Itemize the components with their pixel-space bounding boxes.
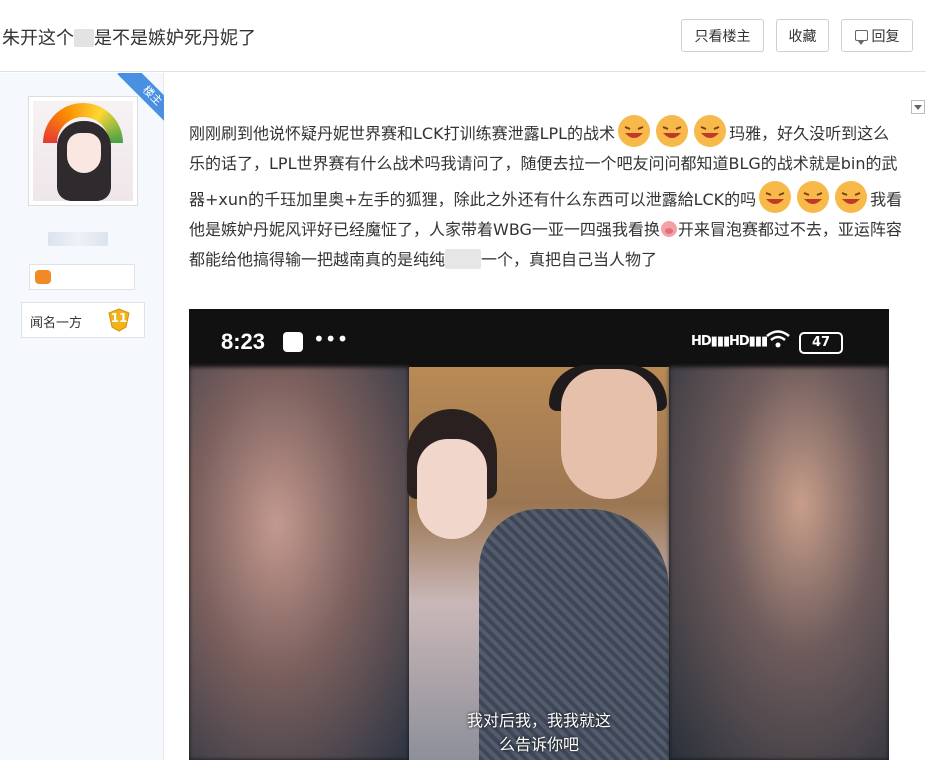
battery-icon: 47 [799,332,843,354]
subtitle-line-2: 么告诉你吧 [498,735,579,754]
reply-label: 回复 [871,28,900,45]
grinning-face-emoji-icon [618,115,651,147]
woman-face [417,439,487,539]
thread-title: 朱开这个 是不是嫉妒死丹妮了 [2,24,256,50]
title-suffix: 是不是嫉妒死丹妮了 [94,28,256,49]
level-badge-icon: 11 [106,307,132,333]
avatar-face [67,133,101,173]
post-content: 刚刚刷到他说怀疑丹妮世界赛和LCK打训练赛泄露LPL的战术 玛雅，好久没听到这么乐… [189,113,904,275]
signal-label-2: HD [729,334,750,349]
reply-button[interactable]: 回复 [841,19,913,52]
status-time: 8:23 [221,329,266,354]
favorite-button[interactable]: 收藏 [776,19,829,52]
post-menu-toggle[interactable] [911,100,925,114]
username-blurred[interactable] [48,232,108,246]
signal-icon: HD▮▮▮ [691,334,730,349]
grinning-face-emoji-icon [835,181,868,213]
only-op-label: 只看楼主 [694,28,751,45]
blurred-right-panel [669,367,889,760]
post-image[interactable]: 8:23 ••• HD▮▮▮ HD▮▮▮ 47 我对后我，我我就这 么告诉你吧 [189,309,889,760]
phone-status-bar: 8:23 ••• HD▮▮▮ HD▮▮▮ 47 [189,309,889,367]
censored-mask [445,249,482,269]
censored-mask [74,29,94,47]
grinning-face-emoji-icon [759,181,792,213]
wifi-icon [766,330,790,348]
only-op-button[interactable]: 只看楼主 [681,19,764,52]
grinning-face-emoji-icon [694,115,727,147]
man-face [561,369,657,499]
signal-label-1: HD [691,334,712,349]
grinning-face-emoji-icon [656,115,689,147]
blurred-left-panel [189,367,409,760]
video-subtitle: 我对后我，我我就这 么告诉你吧 [439,709,639,757]
signal-icon: HD▮▮▮ [729,334,768,349]
avatar-image [33,101,133,201]
grinning-face-emoji-icon [797,181,830,213]
comment-icon [854,30,868,45]
fire-badge-icon [35,270,51,284]
pig-emoji-icon [660,221,677,237]
more-dots-icon: ••• [313,327,349,351]
favorite-label: 收藏 [788,28,817,45]
app-notification-icon [283,332,303,352]
user-badge-row [29,264,135,290]
member-level[interactable]: 闻名一方 11 [21,302,145,338]
title-prefix: 朱开这个 [2,28,74,49]
level-title: 闻名一方 [30,316,83,331]
level-number: 11 [110,311,128,325]
post-text-1: 刚刚刷到他说怀疑丹妮世界赛和LCK打训练赛泄露LPL的战术 [189,124,616,143]
post-text-5: 一个，真把自己当人物了 [481,250,658,269]
subtitle-line-1: 我对后我，我我就这 [466,711,611,730]
thread-header: 朱开这个 是不是嫉妒死丹妮了 只看楼主 收藏 回复 [0,0,926,72]
avatar[interactable] [28,96,138,206]
